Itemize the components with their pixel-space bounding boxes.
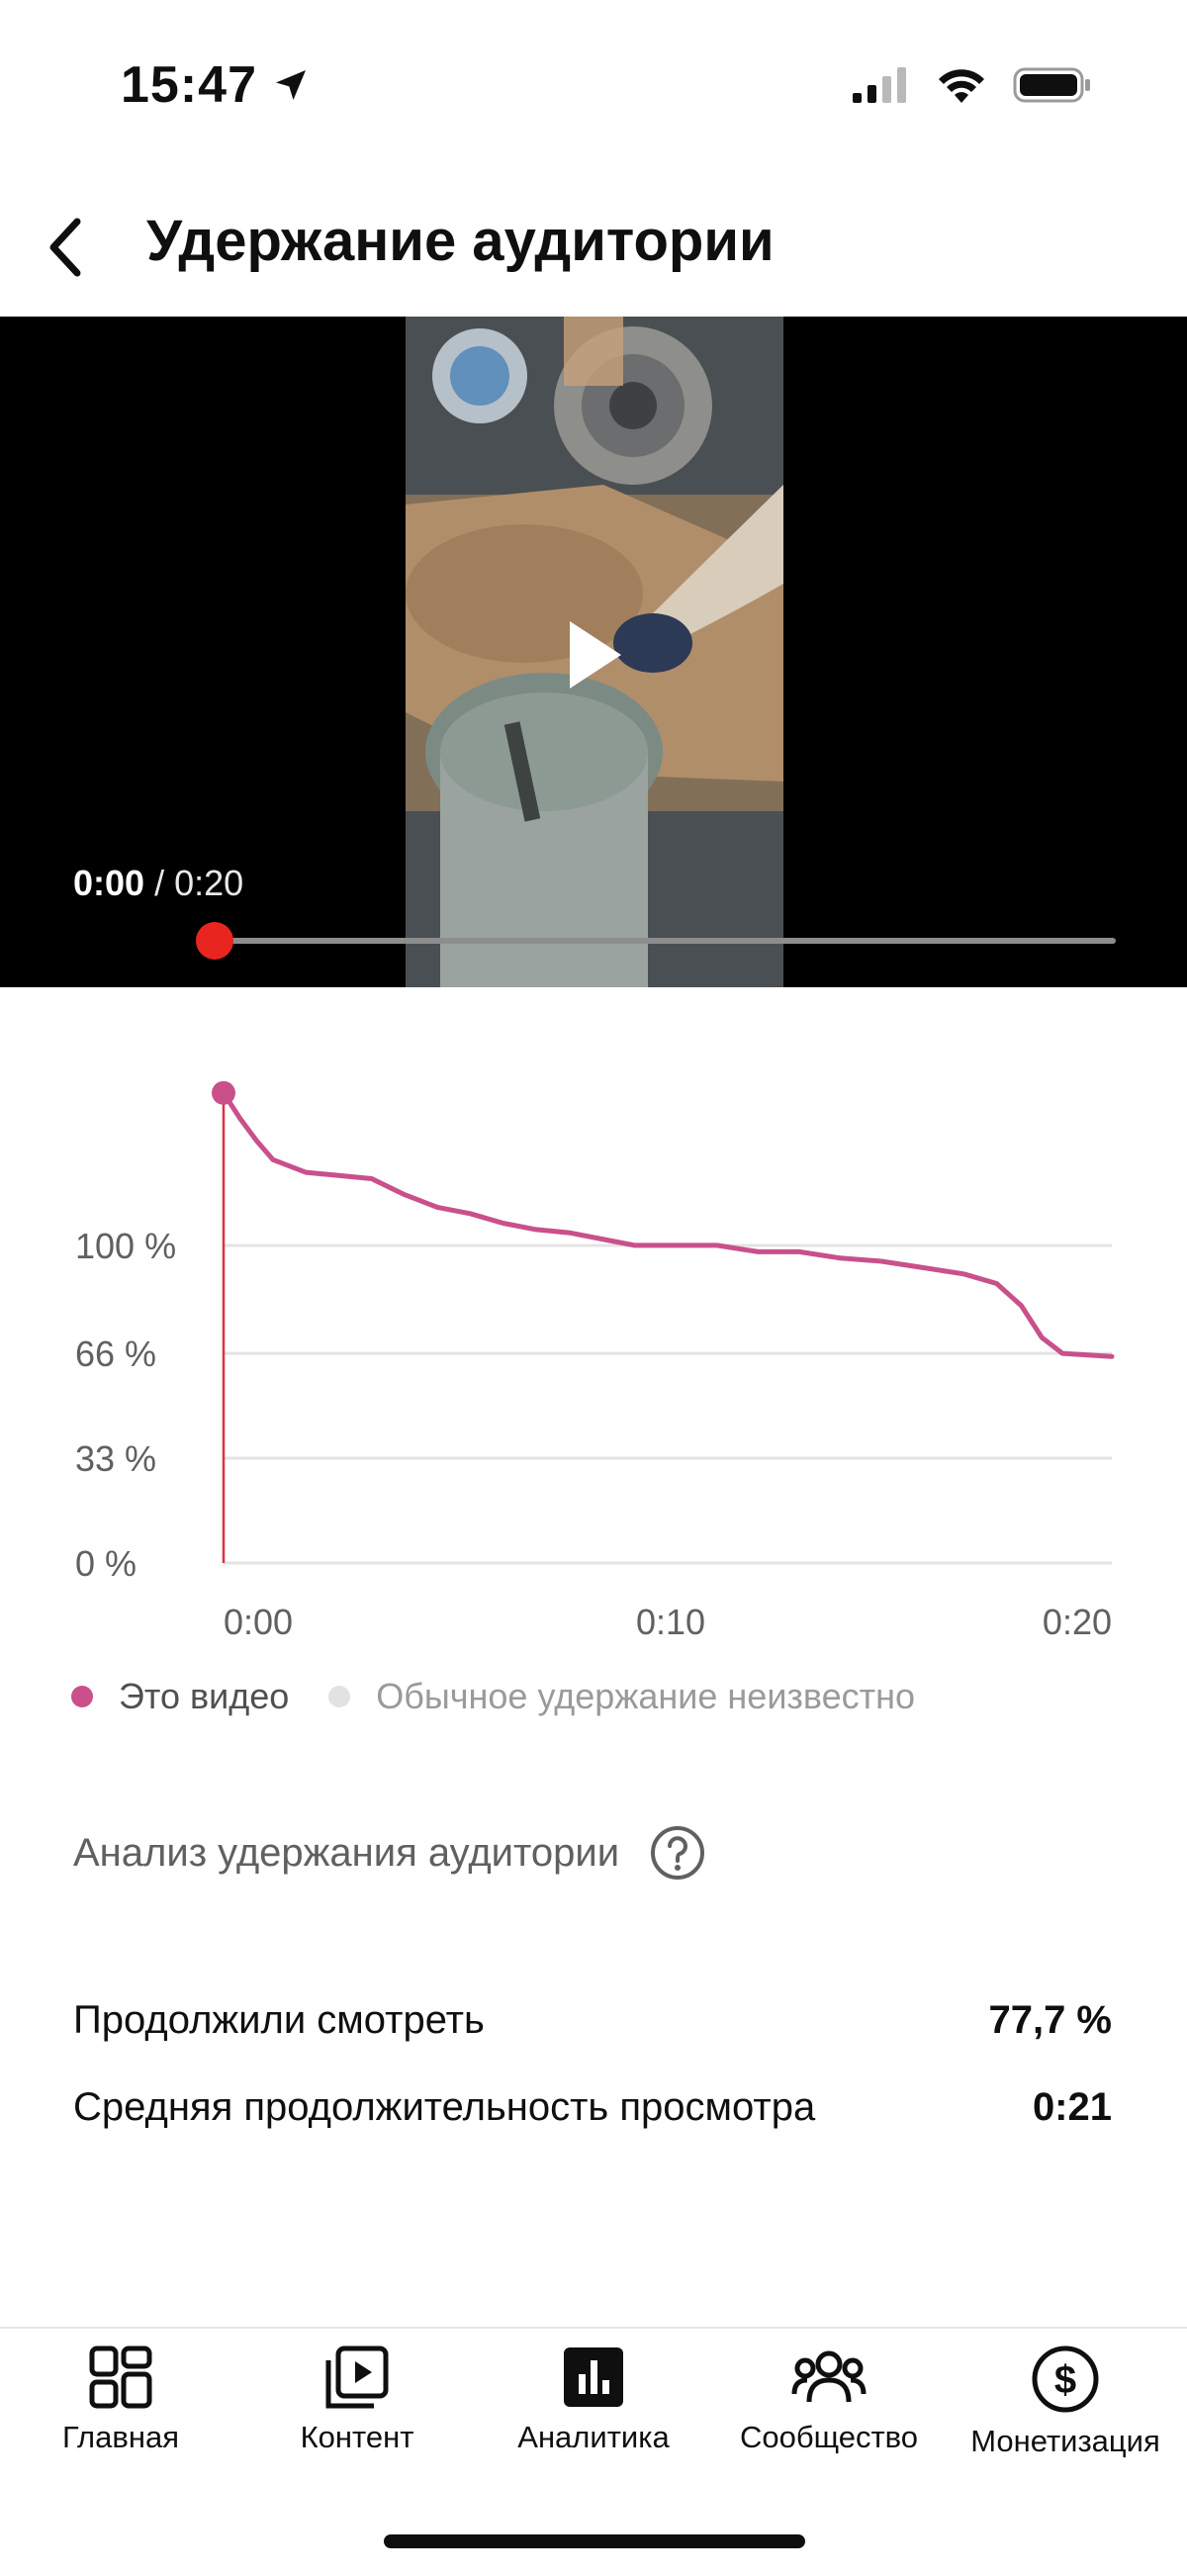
x-tick-label: 0:00 <box>224 1602 293 1642</box>
legend-dot-this-video <box>71 1686 93 1707</box>
nav-label-content: Контент <box>300 2420 414 2454</box>
grid-icon <box>89 2346 152 2409</box>
nav-item-analytics[interactable]: Аналитика <box>475 2345 712 2455</box>
stat-value: 77,7 % <box>988 1998 1112 2042</box>
stat-row-average-view-duration: Средняя продолжительность просмотра 0:21 <box>73 2085 1112 2130</box>
y-tick-label: 66 % <box>75 1334 156 1374</box>
legend-label-this-video: Это видео <box>119 1676 290 1716</box>
stat-label: Средняя продолжительность просмотра <box>73 2085 816 2129</box>
video-duration: / 0:20 <box>144 863 244 903</box>
status-bar-indicators <box>851 65 1092 105</box>
play-icon <box>570 621 621 689</box>
battery-icon <box>1013 67 1090 103</box>
video-progress-bar[interactable] <box>214 938 1116 944</box>
x-tick-label: 0:20 <box>1043 1602 1112 1642</box>
nav-label-monetization: Монетизация <box>970 2424 1160 2458</box>
content-icon <box>325 2346 389 2409</box>
svg-text:$: $ <box>1054 2358 1076 2402</box>
stat-row-continued-watching: Продолжили смотреть 77,7 % <box>73 1998 1112 2043</box>
home-indicator <box>384 2534 805 2548</box>
wifi-icon <box>939 69 984 103</box>
nav-item-community[interactable]: Сообщество <box>710 2345 948 2455</box>
page-title: Удержание аудитории <box>146 209 775 273</box>
retention-chart: 100 % 66 % 33 % 0 % 0:00 0:10 0:20 <box>75 1080 1115 1642</box>
series-line <box>221 1090 1115 1359</box>
nav-item-home[interactable]: Главная <box>2 2345 239 2455</box>
nav-item-content[interactable]: Контент <box>238 2345 476 2455</box>
legend-dot-typical-retention <box>328 1686 351 1707</box>
legend-label-typical-retention: Обычное удержание неизвестно <box>376 1676 916 1716</box>
play-button[interactable] <box>558 613 633 696</box>
nav-item-monetization[interactable]: $ Монетизация <box>947 2345 1184 2459</box>
y-tick-label: 0 % <box>75 1543 137 1584</box>
stat-value: 0:21 <box>1032 2085 1112 2129</box>
status-bar-time: 15:47 <box>121 55 311 115</box>
stat-label: Продолжили смотреть <box>73 1998 485 2042</box>
chevron-left-icon <box>49 218 81 277</box>
legend-item-this-video: Это видео <box>71 1676 289 1717</box>
nav-label-home: Главная <box>62 2420 179 2454</box>
y-tick-label: 33 % <box>75 1438 156 1479</box>
video-scrubber-handle[interactable] <box>196 922 233 960</box>
analysis-section-title: Анализ удержания аудитории <box>73 1824 706 1882</box>
location-arrow-icon <box>276 70 306 100</box>
question-circle-icon <box>651 1826 705 1880</box>
x-tick-label: 0:10 <box>636 1602 705 1642</box>
help-button[interactable] <box>649 1824 706 1882</box>
analytics-icon <box>564 2347 623 2407</box>
cellular-signal-icon <box>853 67 906 103</box>
chart-legend: Это видео Обычное удержание неизвестно <box>71 1676 955 1717</box>
video-current-time: 0:00 <box>73 863 145 903</box>
community-icon <box>791 2350 867 2403</box>
series-start-point <box>212 1080 235 1105</box>
legend-item-typical-retention: Обычное удержание неизвестно <box>328 1676 915 1717</box>
y-tick-label: 100 % <box>75 1226 176 1266</box>
video-timestamp: 0:00 / 0:20 <box>73 863 243 904</box>
back-button[interactable] <box>34 206 97 289</box>
nav-label-analytics: Аналитика <box>517 2420 670 2454</box>
dollar-icon: $ <box>1032 2346 1099 2413</box>
analysis-title-text: Анализ удержания аудитории <box>73 1830 620 1875</box>
nav-label-community: Сообщество <box>739 2420 919 2454</box>
video-player[interactable]: 0:00 / 0:20 <box>0 317 1187 987</box>
